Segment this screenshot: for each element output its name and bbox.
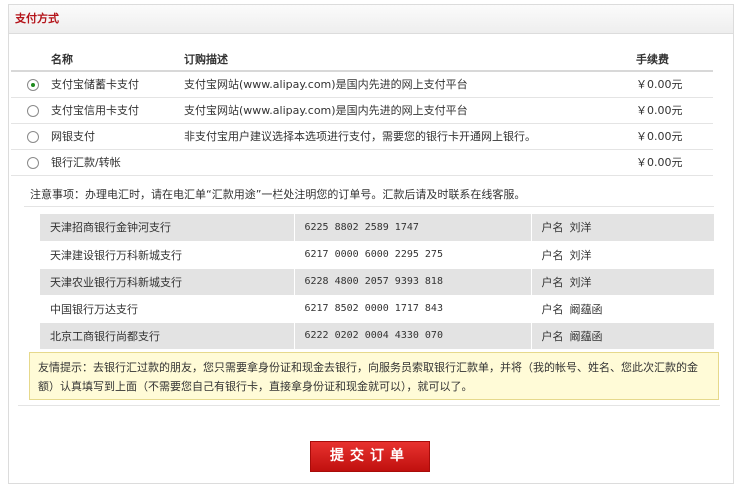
column-header-fee: 手续费 xyxy=(628,47,713,72)
wire-transfer-notice: 注意事项：办理电汇时，请在电汇单“汇款用途”一栏处注明您的订单号。汇款后请及时联… xyxy=(30,188,526,201)
payment-option-fee: ￥0.00元 xyxy=(628,123,713,150)
table-header-row: 名称 订购描述 手续费 xyxy=(11,47,713,72)
holder-name: 刘洋 xyxy=(569,248,592,262)
payment-option-desc xyxy=(178,149,628,176)
bank-holder: 户名 刘洋 xyxy=(531,214,714,242)
column-header-name: 名称 xyxy=(43,47,178,72)
bank-name: 天津建设银行万科新城支行 xyxy=(40,241,295,269)
holder-name: 刘洋 xyxy=(569,221,592,235)
friendly-tip-box: 友情提示：去银行汇过款的朋友，您只需要拿身份证和现金去银行，向服务员索取银行汇款… xyxy=(29,352,719,400)
bank-holder: 户名 阚蕴函 xyxy=(531,295,714,323)
bank-account-row: 中国银行万达支行 6217 8502 0000 1717 843 户名 阚蕴函 xyxy=(40,295,714,323)
payment-option-radio[interactable] xyxy=(27,130,39,143)
holder-label: 户名 xyxy=(541,302,564,316)
payment-option-desc: 支付宝网站(www.alipay.com)是国内先进的网上支付平台 xyxy=(178,97,628,124)
submit-order-button[interactable]: 提交订单 xyxy=(310,441,430,472)
bank-account-number: 6217 8502 0000 1717 843 xyxy=(294,295,532,323)
payment-option-radio[interactable] xyxy=(27,104,39,117)
payment-option-name: 支付宝储蓄卡支付 xyxy=(43,71,178,98)
divider xyxy=(24,206,714,207)
bank-account-number: 6217 0000 6000 2295 275 xyxy=(294,241,532,269)
holder-name: 阚蕴函 xyxy=(569,329,603,343)
bank-account-row: 天津农业银行万科新城支行 6228 4800 2057 9393 818 户名刘… xyxy=(40,268,714,296)
bank-name: 天津农业银行万科新城支行 xyxy=(40,268,295,296)
column-header-desc: 订购描述 xyxy=(178,47,628,72)
payment-option-row[interactable]: 支付宝信用卡支付 支付宝网站(www.alipay.com)是国内先进的网上支付… xyxy=(11,97,713,124)
holder-label: 户名 xyxy=(541,329,564,343)
panel-header: 支付方式 xyxy=(9,5,733,34)
bank-name: 中国银行万达支行 xyxy=(40,295,295,323)
bank-account-row: 天津招商银行金钟河支行 6225 8802 2589 1747 户名 刘洋 xyxy=(40,214,714,242)
payment-option-fee: ￥0.00元 xyxy=(628,71,713,98)
holder-label: 户名 xyxy=(541,221,564,235)
payment-option-radio[interactable] xyxy=(27,78,39,91)
payment-option-desc: 非支付宝用户建议选择本选项进行支付，需要您的银行卡开通网上银行。 xyxy=(178,123,628,150)
payment-option-desc: 支付宝网站(www.alipay.com)是国内先进的网上支付平台 xyxy=(178,71,628,98)
holder-label: 户名 xyxy=(541,275,564,289)
divider xyxy=(18,405,720,406)
bank-holder: 户名 刘洋 xyxy=(531,241,714,269)
payment-option-radio[interactable] xyxy=(27,156,39,169)
holder-name: 刘洋 xyxy=(569,275,592,289)
bank-account-row: 天津建设银行万科新城支行 6217 0000 6000 2295 275 户名刘… xyxy=(40,241,714,269)
bank-holder: 户名 阚蕴函 xyxy=(531,322,714,350)
bank-account-row: 北京工商银行尚都支行 6222 0202 0004 4330 070 户名 阚蕴函 xyxy=(40,322,714,350)
panel-title: 支付方式 xyxy=(15,12,59,25)
bank-account-number: 6222 0202 0004 4330 070 xyxy=(294,322,532,350)
payment-option-name: 支付宝信用卡支付 xyxy=(43,97,178,124)
holder-name: 阚蕴函 xyxy=(569,302,603,316)
bank-name: 北京工商银行尚都支行 xyxy=(40,322,295,350)
bank-name: 天津招商银行金钟河支行 xyxy=(40,214,295,242)
payment-option-name: 网银支付 xyxy=(43,123,178,150)
payment-option-row[interactable]: 网银支付 非支付宝用户建议选择本选项进行支付，需要您的银行卡开通网上银行。 ￥0… xyxy=(11,123,713,150)
holder-label: 户名 xyxy=(541,248,564,262)
bank-holder: 户名 刘洋 xyxy=(531,268,714,296)
payment-option-fee: ￥0.00元 xyxy=(628,149,713,176)
bank-account-number: 6225 8802 2589 1747 xyxy=(294,214,532,242)
payment-option-fee: ￥0.00元 xyxy=(628,97,713,124)
payment-option-row[interactable]: 支付宝储蓄卡支付 支付宝网站(www.alipay.com)是国内先进的网上支付… xyxy=(11,71,713,98)
payment-option-name: 银行汇款/转帐 xyxy=(43,149,178,176)
bank-account-number: 6228 4800 2057 9393 818 xyxy=(294,268,532,296)
bank-account-table: 天津招商银行金钟河支行 6225 8802 2589 1747 户名 刘洋 天津建… xyxy=(40,214,714,350)
payment-method-table: 名称 订购描述 手续费 支付宝储蓄卡支付 支付宝网站(www.alipay.co… xyxy=(11,47,713,176)
payment-option-row[interactable]: 银行汇款/转帐 ￥0.00元 xyxy=(11,149,713,176)
